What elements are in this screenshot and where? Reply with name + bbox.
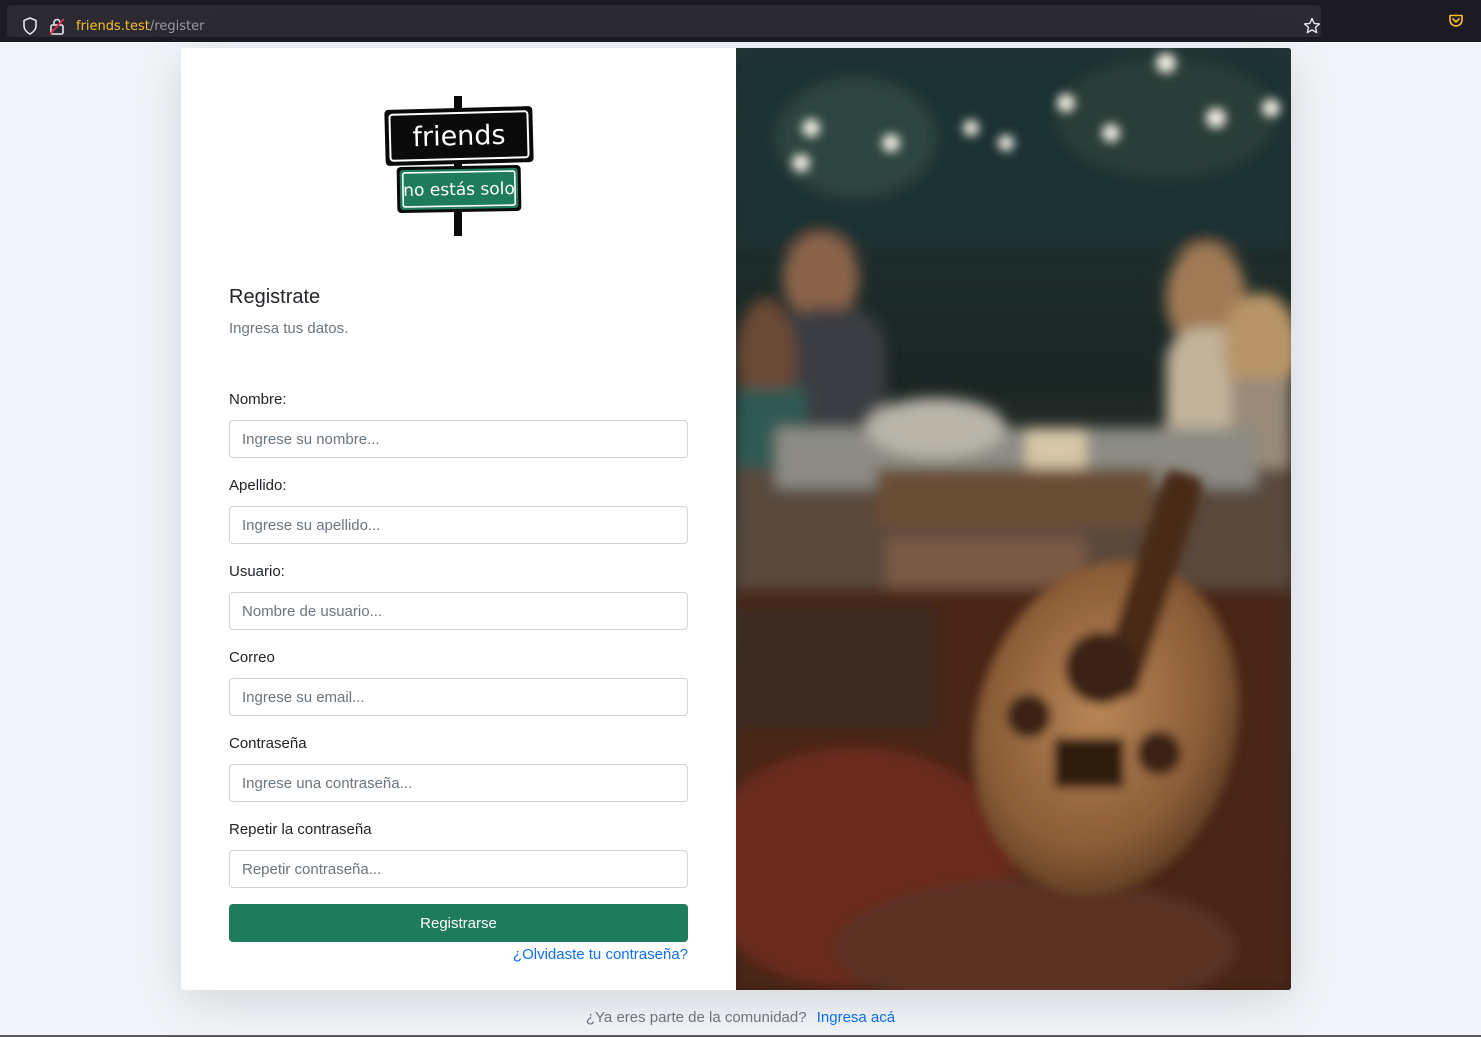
email-label: Correo xyxy=(229,649,275,666)
page-subtitle: Ingresa tus datos. xyxy=(229,320,349,337)
confirm-password-label: Repetir la contraseña xyxy=(229,821,372,838)
logo-brand: friends xyxy=(412,120,506,153)
username-input[interactable] xyxy=(229,592,688,630)
blurred-party-image xyxy=(736,48,1291,990)
email-input[interactable] xyxy=(229,678,688,716)
logo-tagline: no estás solo xyxy=(403,179,515,201)
last-name-input[interactable] xyxy=(229,506,688,544)
last-name-label: Apellido: xyxy=(229,477,287,494)
login-prompt-text: ¿Ya eres parte de la comunidad? xyxy=(585,1009,807,1026)
register-card: friends no estás solo Registrate Ingresa… xyxy=(181,48,1291,990)
address-bar[interactable]: friends.test/register xyxy=(7,5,1321,37)
first-name-label: Nombre: xyxy=(229,391,287,408)
browser-toolbar: friends.test/register xyxy=(0,0,1481,42)
url-host: friends.test xyxy=(76,19,150,34)
login-link[interactable]: Ingresa acá xyxy=(817,1009,895,1026)
register-button[interactable]: Registrarse xyxy=(229,904,688,942)
confirm-password-input[interactable] xyxy=(229,850,688,888)
username-label: Usuario: xyxy=(229,563,285,580)
lock-insecure-icon[interactable] xyxy=(49,17,65,35)
shield-icon[interactable] xyxy=(22,17,38,35)
first-name-input[interactable] xyxy=(229,420,688,458)
bookmark-star-icon[interactable] xyxy=(1303,17,1321,35)
password-input[interactable] xyxy=(229,764,688,802)
page-title: Registrate xyxy=(229,286,321,308)
forgot-password-link[interactable]: ¿Olvidaste tu contraseña? xyxy=(513,946,688,963)
password-label: Contraseña xyxy=(229,735,307,752)
pocket-icon[interactable] xyxy=(1448,13,1464,29)
login-prompt: ¿Ya eres parte de la comunidad? Ingresa … xyxy=(0,1009,1481,1026)
friends-logo: friends no estás solo xyxy=(384,96,534,236)
url-text[interactable]: friends.test/register xyxy=(76,19,204,34)
url-path: /register xyxy=(149,19,205,34)
hero-photo xyxy=(736,48,1291,990)
